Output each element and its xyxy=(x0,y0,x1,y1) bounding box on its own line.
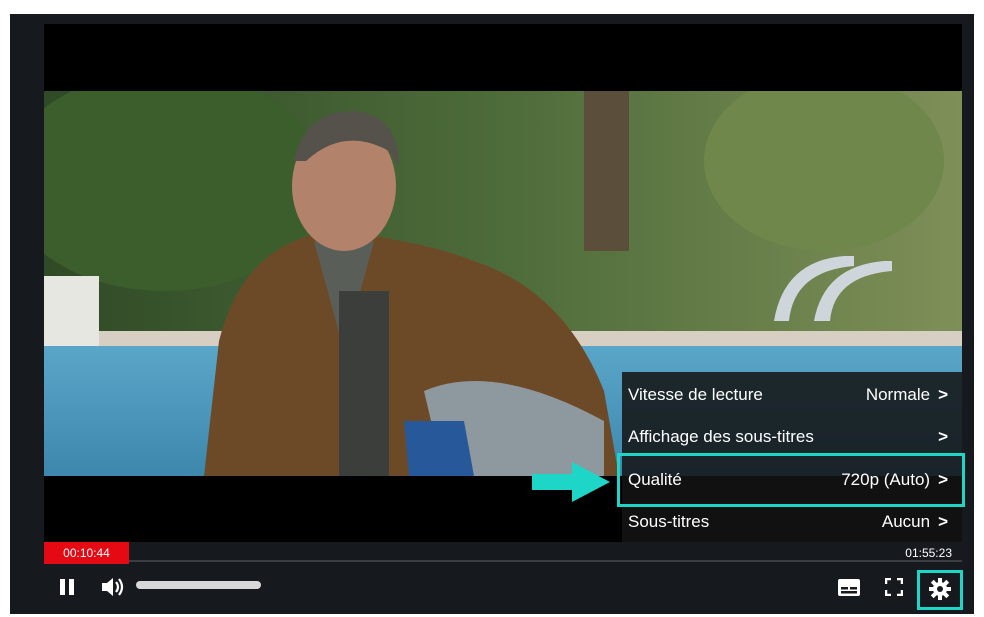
chevron-right-icon: > xyxy=(938,512,948,531)
volume-slider[interactable] xyxy=(136,581,261,589)
subtitles-button[interactable] xyxy=(837,576,861,598)
chevron-right-icon: > xyxy=(938,385,948,404)
quality-highlight-box xyxy=(617,453,965,507)
current-time: 00:10:44 xyxy=(44,542,129,564)
fullscreen-icon xyxy=(885,578,903,596)
fullscreen-button[interactable] xyxy=(883,576,905,598)
pointer-arrow-icon xyxy=(528,460,612,509)
control-bar xyxy=(44,566,963,610)
pause-button[interactable] xyxy=(54,574,80,600)
menu-item-label: Sous-titres xyxy=(628,512,710,531)
settings-button[interactable] xyxy=(927,576,953,602)
pause-icon xyxy=(60,579,74,595)
menu-item-value: Normale xyxy=(865,385,931,404)
total-duration: 01:55:23 xyxy=(905,546,952,560)
progress-track[interactable] xyxy=(129,560,962,562)
timeline-bar[interactable]: 00:10:44 01:55:23 xyxy=(44,542,962,564)
menu-item-playback-speed[interactable]: Vitesse de lecture Normale > xyxy=(622,378,962,412)
subtitles-icon xyxy=(838,578,860,596)
menu-item-subtitles[interactable]: Sous-titres Aucun > xyxy=(622,505,962,539)
gear-icon xyxy=(929,578,951,600)
volume-button[interactable] xyxy=(98,573,128,601)
menu-item-subtitle-display[interactable]: Affichage des sous-titres > xyxy=(622,420,962,454)
volume-icon xyxy=(102,578,124,596)
menu-item-label: Vitesse de lecture xyxy=(628,385,763,404)
menu-item-label: Affichage des sous-titres xyxy=(628,427,814,446)
menu-item-value: Aucun xyxy=(881,512,931,531)
chevron-right-icon: > xyxy=(938,427,948,446)
